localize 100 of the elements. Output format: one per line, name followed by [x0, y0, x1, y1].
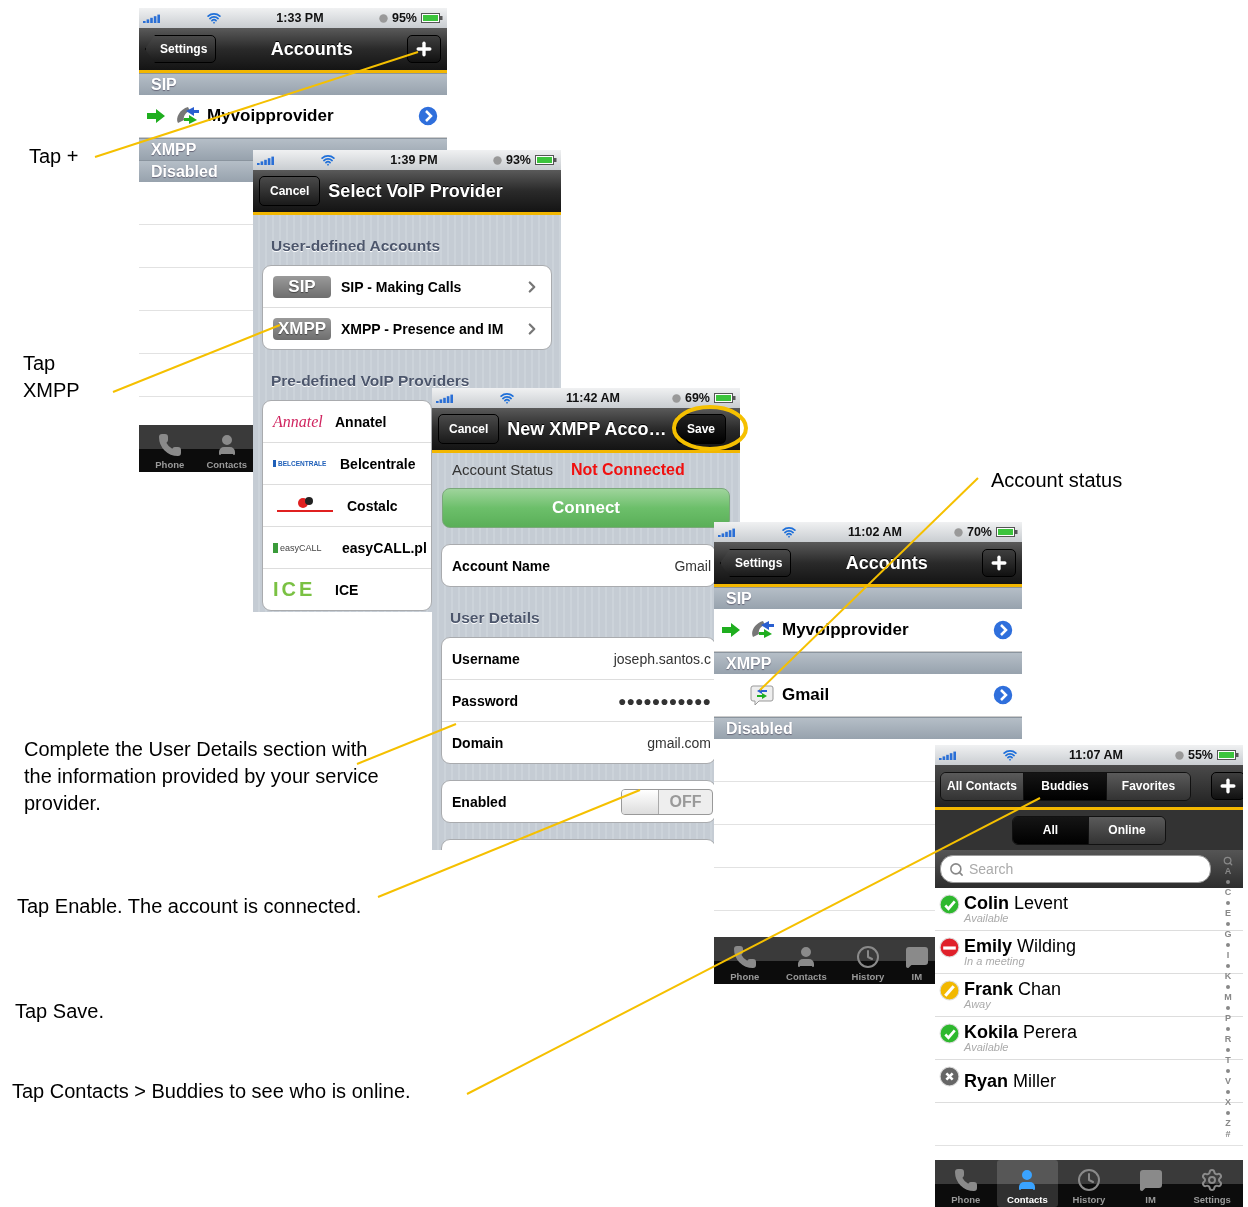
battery-icon [1217, 750, 1239, 760]
provider-row[interactable]: easyCALL easyCALL.pl [263, 527, 431, 569]
buddy-status: Available [964, 913, 1010, 924]
clock-icon [1077, 1168, 1101, 1192]
provider-row[interactable]: Annatel Annatel [263, 401, 431, 443]
tab[interactable]: Phone [935, 1160, 997, 1207]
battery-icon [996, 527, 1018, 537]
slash-icon [939, 980, 960, 1001]
field-value[interactable]: joseph.santos.c [613, 650, 711, 667]
provider-name: Costalc [347, 497, 398, 514]
tab[interactable]: Phone [139, 425, 201, 472]
index-dot [1226, 880, 1230, 884]
no-entry-icon [939, 937, 960, 958]
provider-name: Annatel [335, 413, 387, 430]
index-dot [1226, 1069, 1230, 1073]
provider-name: XMPP - Presence and IM [341, 320, 504, 337]
index-letter[interactable]: K [1224, 971, 1232, 982]
tab[interactable]: Contacts [996, 1160, 1059, 1207]
signal-icon [939, 750, 957, 760]
clock-icon [492, 155, 502, 165]
index-dot [1226, 1027, 1230, 1031]
index-letter[interactable]: I [1226, 950, 1230, 961]
chat-arrows-icon [750, 684, 774, 706]
clock-icon [671, 393, 681, 403]
wifi-icon [1003, 748, 1017, 762]
callout-text: Tap XMPP [23, 351, 81, 403]
filter-tab[interactable]: All [1013, 816, 1089, 844]
index-letter[interactable]: G [1224, 929, 1232, 940]
index-letter[interactable]: R [1224, 1034, 1232, 1045]
filter-tab[interactable]: Online [1089, 816, 1165, 844]
provider-row[interactable]: SIP SIP - Making Calls [263, 266, 551, 308]
wifi-icon [500, 391, 514, 405]
field-value[interactable]: gmail.com [647, 734, 711, 751]
tab[interactable]: History [837, 937, 899, 984]
phone-icon [157, 433, 182, 457]
provider-row[interactable]: XMPP XMPP - Presence and IM [263, 308, 551, 349]
cancel-button[interactable]: Cancel [259, 176, 321, 206]
tab[interactable]: Settings [1181, 1160, 1243, 1207]
signal-icon [436, 393, 454, 403]
back-button[interactable]: Settings [145, 35, 217, 63]
section-header: Disabled [714, 717, 1022, 739]
index-dot [1226, 985, 1230, 989]
field-value[interactable]: ●●●●●●●●●●● [617, 692, 711, 709]
tab[interactable]: Contacts [775, 937, 838, 984]
nav-title: Select VoIP Provider [328, 180, 504, 202]
status-value: Not Connected [570, 461, 685, 479]
provider-name: easyCALL.pl [342, 539, 427, 556]
plus-icon [414, 39, 434, 59]
tab[interactable]: IM [898, 937, 935, 984]
field-value[interactable]: Gmail [674, 557, 711, 574]
field-label: Username [452, 650, 521, 667]
tab[interactable]: Contacts [200, 425, 253, 472]
chat-icon [904, 945, 929, 969]
index-letter[interactable]: E [1225, 908, 1231, 919]
index-dot [1226, 943, 1230, 947]
add-button[interactable] [407, 35, 441, 63]
add-button[interactable] [1211, 772, 1243, 800]
add-button[interactable] [982, 549, 1016, 577]
buddy-name: Colin Levent [964, 894, 1069, 912]
status-label: Account Status [452, 461, 553, 478]
callout-text: Tap Save. [15, 999, 104, 1024]
disclosure-icon[interactable] [417, 105, 439, 127]
disclosure-icon[interactable] [992, 684, 1014, 706]
signal-icon [718, 527, 736, 537]
tab[interactable]: History [1058, 1160, 1120, 1207]
segment-tab[interactable]: Buddies [1024, 772, 1107, 800]
callout-text: Tap + [29, 144, 79, 169]
cancel-button[interactable]: Cancel [438, 414, 500, 444]
save-button[interactable]: Save [675, 414, 726, 444]
battery-percent: 69% [684, 391, 710, 405]
search-icon [1223, 856, 1233, 866]
search-field[interactable]: Search [940, 855, 1211, 883]
buddy-name: Emily Wilding [964, 937, 1077, 955]
index-letter[interactable]: Z [1225, 1118, 1231, 1129]
provider-row[interactable]: Costalc [263, 485, 431, 527]
index-letter[interactable]: V [1225, 1076, 1231, 1087]
section-header: SIP [714, 587, 1022, 609]
status-time: 11:42 AM [566, 391, 620, 405]
back-button[interactable]: Settings [720, 549, 792, 577]
phone-icon [732, 945, 757, 969]
disclosure-icon[interactable] [992, 619, 1014, 641]
signal-icon [257, 155, 275, 165]
segment-tab[interactable]: Favorites [1107, 772, 1190, 800]
wifi-icon [207, 11, 221, 25]
field-label: Enabled [452, 793, 508, 810]
segment-tab[interactable]: All Contacts [941, 772, 1024, 800]
tab[interactable]: Phone [714, 937, 776, 984]
index-letter[interactable]: C [1224, 887, 1232, 898]
provider-row[interactable]: ICE ICE [263, 569, 431, 610]
index-dot [1226, 922, 1230, 926]
section-header: XMPP [714, 652, 1022, 674]
plus-icon [1218, 776, 1238, 796]
index-dot [1226, 1048, 1230, 1052]
tab[interactable]: IM [1119, 1160, 1182, 1207]
battery-icon [535, 155, 557, 165]
search-input[interactable]: Search [969, 861, 1202, 877]
index-dot [1226, 1090, 1230, 1094]
index-letter[interactable]: M [1224, 992, 1232, 1003]
index-letter[interactable]: # [1225, 1129, 1231, 1140]
clock-icon [856, 945, 880, 969]
